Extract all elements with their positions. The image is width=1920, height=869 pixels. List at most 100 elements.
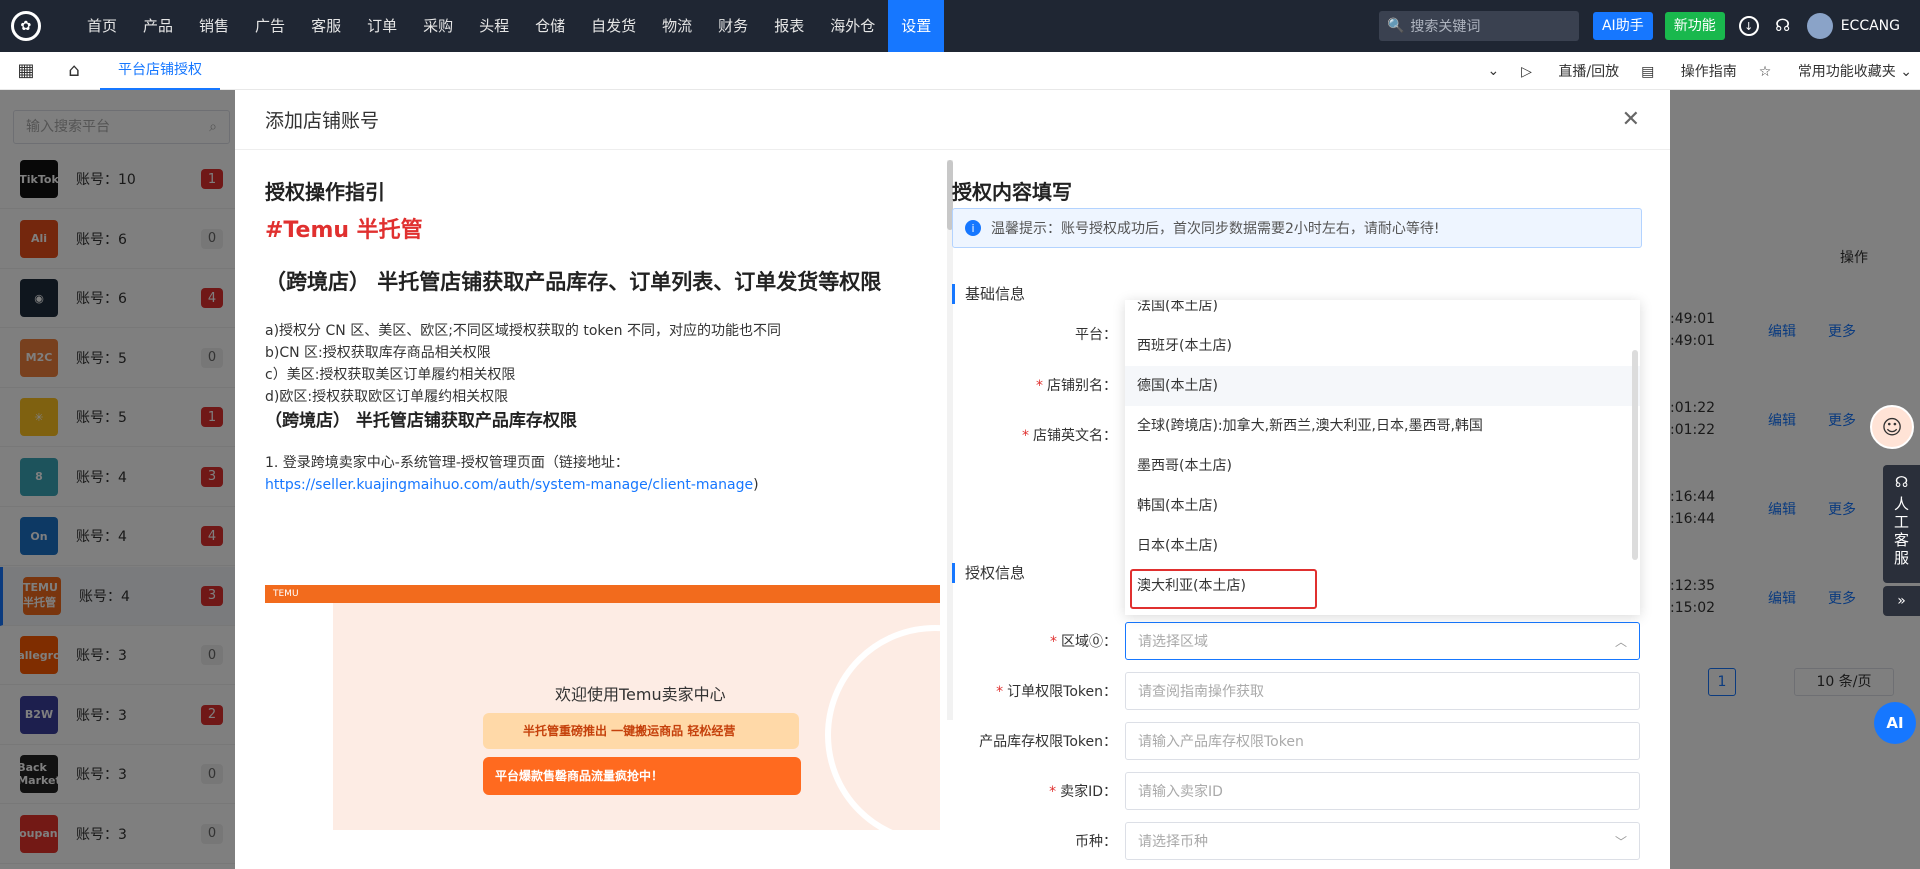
app-logo[interactable]: ✿ xyxy=(0,0,52,52)
headset-icon[interactable]: ☊ xyxy=(1773,16,1793,36)
region-option-label: 德国(本土店) xyxy=(1137,378,1218,394)
logo-icon: ✿ xyxy=(11,11,41,41)
currency-label: 币种： xyxy=(1075,834,1117,850)
screenshot-sidebar xyxy=(265,603,333,830)
operation-guide-link[interactable]: ▤ 操作指南 xyxy=(1641,61,1737,81)
screenshot-banner-2: 平台爆款售罄商品流量疯抢中！ xyxy=(483,757,801,795)
close-icon[interactable]: ✕ xyxy=(1622,107,1640,132)
nav-item[interactable]: 订单 xyxy=(354,0,410,52)
region-label: * 区域⓪： xyxy=(1050,634,1117,650)
service-char: 工 xyxy=(1893,513,1909,531)
nav-item[interactable]: 设置 xyxy=(888,0,945,52)
nav-item[interactable]: 物流 xyxy=(649,0,705,52)
notice-banner: i 温馨提示：账号授权成功后，首次同步数据需要2小时左右，请耐心等待! xyxy=(952,208,1642,248)
ai-assistant-button[interactable]: AI助手 xyxy=(1592,12,1653,40)
search-placeholder: 搜索关键词 xyxy=(1410,19,1481,35)
seller-center-link[interactable]: https://seller.kuajingmaihuo.com/auth/sy… xyxy=(265,477,753,493)
region-option[interactable]: 墨西哥(本土店) xyxy=(1125,446,1640,486)
nav-item[interactable]: 财务 xyxy=(705,0,761,52)
main-nav: 首页 产品 销售 广告 客服 订单 采购 头程 仓储 自发货 物流 财务 报表 海外仓 设置 xyxy=(74,0,945,52)
order-token-input[interactable]: 请查阅指南操作获取 xyxy=(1125,672,1640,710)
headset-icon: ☊ xyxy=(1894,473,1909,491)
tab-bar: ▦ ⌂ 平台店铺授权 ⌄ ▷ 直播/回放 ▤ 操作指南 ☆ 常用功能收藏夹 ⌄ xyxy=(0,52,1920,90)
region-option-label: 法国(本土店) xyxy=(1137,300,1218,314)
nav-item[interactable]: 产品 xyxy=(130,0,186,52)
nav-item[interactable]: 销售 xyxy=(186,0,242,52)
nav-item[interactable]: 报表 xyxy=(761,0,817,52)
seller-id-label: * 卖家ID： xyxy=(1049,784,1117,800)
chevron-up-icon: ︿ xyxy=(1614,634,1627,649)
highlight-box xyxy=(1130,569,1317,609)
region-option-label: 日本(本土店) xyxy=(1137,538,1218,554)
region-option[interactable]: 日本(本土店) xyxy=(1125,526,1640,566)
region-option-label: 韩国(本土店) xyxy=(1137,498,1218,514)
platform-label: 平台： xyxy=(1075,327,1117,343)
nav-item[interactable]: 采购 xyxy=(410,0,466,52)
nav-item[interactable]: 头程 xyxy=(466,0,522,52)
operation-guide-label: 操作指南 xyxy=(1680,63,1737,80)
stock-token-input[interactable]: 请输入产品库存权限Token xyxy=(1125,722,1640,760)
region-select[interactable]: 请选择区域 ︿ xyxy=(1125,622,1640,660)
cross-border-heading: （跨境店） 半托管店铺获取产品库存、订单列表、订单发货等权限 xyxy=(265,270,882,294)
customer-service-button[interactable]: ☊ 人工客服 xyxy=(1883,465,1920,583)
stock-token-placeholder: 请输入产品库存权限Token xyxy=(1138,734,1304,750)
top-navbar: ✿ 首页 产品 销售 广告 客服 订单 采购 头程 仓储 自发货 物流 财务 报表 海外仓 设置 🔍 搜索关键… xyxy=(0,0,1920,52)
ai-fab-button[interactable]: AI xyxy=(1874,702,1916,744)
region-option[interactable]: 法国(本土店) xyxy=(1125,300,1640,326)
region-dropdown: 法国(本土店) 西班牙(本土店) 德国(本土店) 全球(跨境店):加拿大,新西兰,澳大… xyxy=(1125,300,1640,615)
favorites-label: 常用功能收藏夹 xyxy=(1797,63,1896,80)
fill-title: 授权内容填写 xyxy=(952,180,1072,204)
guide-line: c）美区:授权获取美区订单履约相关权限 xyxy=(265,367,516,383)
nav-item[interactable]: 客服 xyxy=(298,0,354,52)
assistant-avatar[interactable]: ☺ xyxy=(1870,405,1914,449)
chevron-down-icon[interactable]: ⌄ xyxy=(1487,63,1499,79)
tab-platform-store-auth[interactable]: 平台店铺授权 xyxy=(100,52,220,90)
service-char: 服 xyxy=(1893,549,1909,567)
auth-info-title: 授权信息 xyxy=(952,563,1025,583)
region-option[interactable]: 韩国(本土店) xyxy=(1125,486,1640,526)
dropdown-scrollbar[interactable] xyxy=(1632,350,1638,560)
nav-item[interactable]: 首页 xyxy=(74,0,130,52)
stock-permission-heading: （跨境店） 半托管店铺获取产品库存权限 xyxy=(265,411,577,431)
order-token-placeholder: 请查阅指南操作获取 xyxy=(1138,684,1264,700)
nav-item[interactable]: 海外仓 xyxy=(817,0,888,52)
order-token-label: * 订单权限Token： xyxy=(996,684,1117,700)
chevron-down-icon: ﹀ xyxy=(1614,834,1627,849)
home-icon[interactable]: ⌂ xyxy=(52,60,96,81)
live-replay-link[interactable]: ▷ 直播/回放 xyxy=(1521,61,1619,81)
region-option[interactable]: 德国(本土店) xyxy=(1125,366,1640,406)
download-icon[interactable]: ↓ xyxy=(1738,16,1759,36)
region-placeholder: 请选择区域 xyxy=(1138,634,1208,650)
search-icon: 🔍 xyxy=(1386,18,1405,34)
screenshot-welcome: 欢迎使用Temu卖家中心 xyxy=(555,685,726,704)
notice-text: 温馨提示：账号授权成功后，首次同步数据需要2小时左右，请耐心等待! xyxy=(991,221,1440,237)
info-icon: i xyxy=(965,220,981,236)
step-1-tail: ) xyxy=(753,477,759,493)
guide-title: 授权操作指引 xyxy=(265,180,385,204)
seller-center-screenshot: TEMU 欢迎使用Temu卖家中心 半托管重磅推出 一键搬运商品 轻松经营 平台… xyxy=(265,585,940,830)
seller-id-placeholder: 请输入卖家ID xyxy=(1138,784,1223,800)
region-option-label: 墨西哥(本土店) xyxy=(1137,458,1232,474)
currency-select[interactable]: 请选择币种 ﹀ xyxy=(1125,822,1640,860)
user-avatar[interactable] xyxy=(1806,13,1833,39)
step-1-text: 1. 登录跨境卖家中心-系统管理-授权管理页面（链接地址： xyxy=(265,455,629,471)
screenshot-arc xyxy=(825,625,940,830)
seller-id-input[interactable]: 请输入卖家ID xyxy=(1125,772,1640,810)
screenshot-topbar: TEMU xyxy=(265,585,940,603)
nav-item[interactable]: 仓储 xyxy=(522,0,578,52)
basic-info-title: 基础信息 xyxy=(952,284,1025,304)
modal-title: 添加店铺账号 xyxy=(265,110,380,132)
new-features-button[interactable]: 新功能 xyxy=(1664,12,1725,40)
nav-item[interactable]: 自发货 xyxy=(578,0,649,52)
live-replay-label: 直播/回放 xyxy=(1558,63,1620,80)
favorites-menu[interactable]: ☆ 常用功能收藏夹 ⌄ xyxy=(1759,61,1912,81)
region-option[interactable]: 全球(跨境店):加拿大,新西兰,澳大利亚,日本,墨西哥,韩国 xyxy=(1125,406,1640,446)
expand-icon[interactable]: » xyxy=(1883,586,1920,616)
nav-item[interactable]: 广告 xyxy=(242,0,298,52)
global-search-input[interactable]: 🔍 搜索关键词 xyxy=(1378,11,1579,41)
region-option-label: 西班牙(本土店) xyxy=(1137,338,1232,354)
apps-grid-icon[interactable]: ▦ xyxy=(0,60,52,81)
user-name[interactable]: ECCANG xyxy=(1841,18,1900,34)
region-option[interactable]: 西班牙(本土店) xyxy=(1125,326,1640,366)
region-option[interactable]: 澳大利亚(本土店) xyxy=(1125,566,1640,609)
